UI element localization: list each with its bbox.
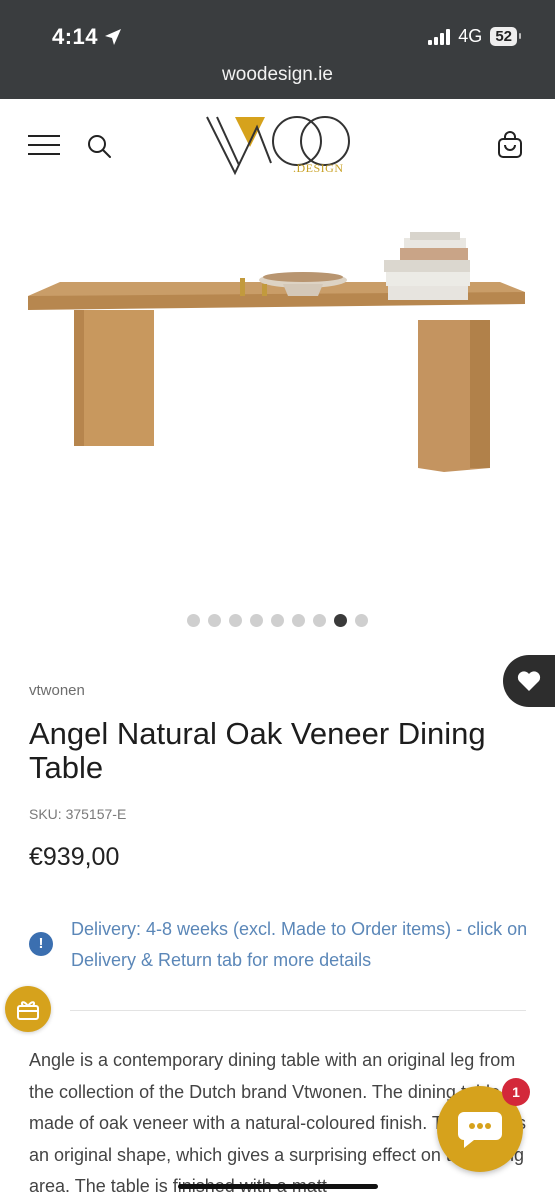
cart-icon[interactable] [496,131,524,159]
status-time: 4:14 [52,24,122,50]
wishlist-button[interactable] [503,655,555,707]
menu-icon[interactable] [28,135,60,157]
carousel-dot[interactable] [208,614,221,627]
gift-rewards-button[interactable] [5,986,51,1032]
product-sku: SKU: 375157-E [29,806,127,822]
heart-icon [517,671,541,691]
status-indicators: 4G 52 [428,26,521,47]
product-image[interactable] [0,200,555,600]
browser-chrome: 4:14 4G 52 woodesign.ie [0,0,555,99]
carousel-dot[interactable] [292,614,305,627]
info-icon: ! [29,932,53,956]
gift-icon [17,1001,39,1020]
section-divider [70,1010,526,1011]
product-vendor[interactable]: vtwonen [29,682,85,699]
battery-icon: 52 [490,27,521,46]
carousel-dot[interactable] [313,614,326,627]
carousel-dot[interactable] [334,614,347,627]
url-bar[interactable]: woodesign.ie [0,64,555,86]
home-indicator[interactable] [178,1184,378,1189]
carousel-dot[interactable] [250,614,263,627]
carousel-dot[interactable] [355,614,368,627]
delivery-link[interactable]: Delivery: 4-8 weeks (excl. Made to Order… [71,914,531,976]
signal-icon [428,28,451,45]
product-price: €939,00 [29,843,120,871]
network-label: 4G [458,26,483,46]
chat-bubble-icon [458,1112,502,1148]
chat-notification-badge: 1 [502,1078,530,1106]
carousel-dots[interactable] [0,614,555,627]
carousel-dot[interactable] [187,614,200,627]
carousel-dot[interactable] [229,614,242,627]
location-arrow-icon [105,29,122,45]
product-title: Angel Natural Oak Veneer Dining Table [29,716,486,785]
search-icon[interactable] [86,133,112,159]
site-header: .DESIGN [0,99,555,199]
carousel-dot[interactable] [271,614,284,627]
logo-subtext: .DESIGN [293,161,344,175]
clock-text: 4:14 [52,24,99,49]
